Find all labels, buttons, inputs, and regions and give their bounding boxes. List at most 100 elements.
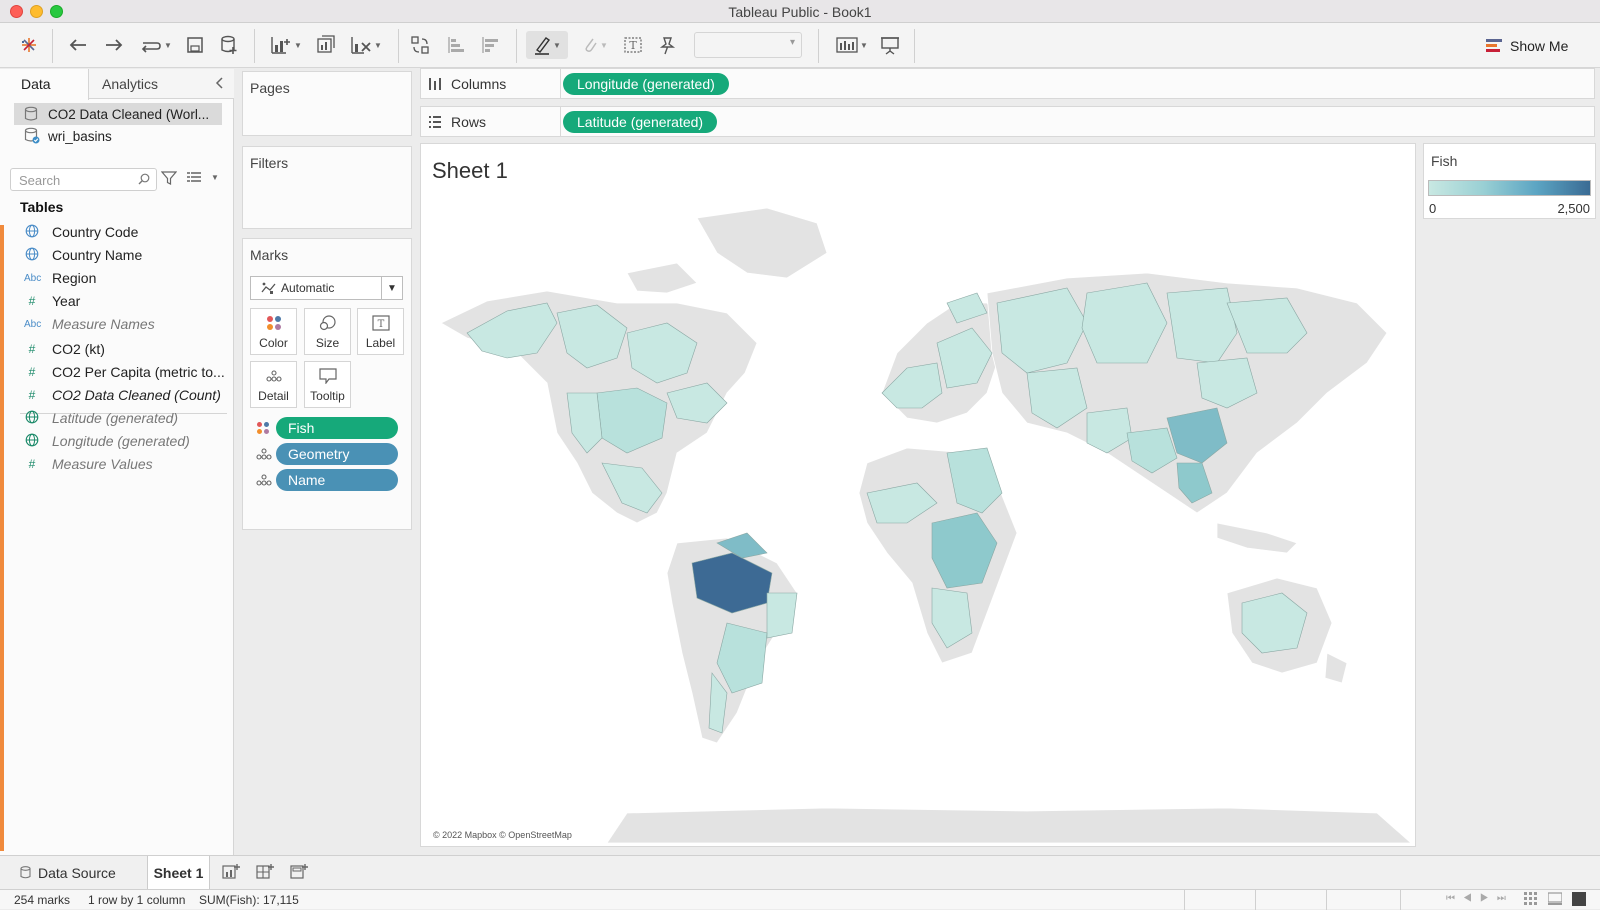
field-region[interactable]: Abc Region bbox=[24, 267, 230, 289]
sort-ascending-icon[interactable] bbox=[444, 31, 468, 59]
search-placeholder: Search bbox=[19, 173, 61, 188]
sheet-view: Sheet 1 © 2022 Mapbox © OpenStreetMap bbox=[420, 143, 1416, 847]
fix-axes-pin-icon[interactable] bbox=[656, 31, 678, 59]
show-hide-cards-icon[interactable]: ▼ bbox=[832, 31, 872, 59]
automatic-mark-icon bbox=[261, 281, 277, 298]
detail-icon bbox=[256, 473, 272, 487]
highlight-icon[interactable]: ▼ bbox=[526, 31, 568, 59]
globe-icon bbox=[24, 247, 40, 264]
window-title: Tableau Public - Book1 bbox=[728, 4, 872, 20]
collapse-pane-icon[interactable] bbox=[214, 76, 224, 93]
world-map[interactable] bbox=[427, 193, 1413, 844]
marks-pill-geometry[interactable]: Geometry bbox=[256, 442, 398, 466]
undo-icon[interactable] bbox=[66, 31, 90, 59]
field-latitude-generated[interactable]: Latitude (generated) bbox=[24, 407, 230, 429]
pages-title: Pages bbox=[250, 80, 290, 96]
pill-longitude-generated[interactable]: Longitude (generated) bbox=[563, 73, 729, 95]
datasource-co2[interactable]: CO2 Data Cleaned (Worl... bbox=[14, 103, 222, 125]
detail-icon bbox=[265, 362, 282, 389]
datasource-wri-basins[interactable]: wri_basins bbox=[14, 125, 222, 147]
marks-pill-fish[interactable]: Fish bbox=[256, 416, 398, 440]
datasource-label: wri_basins bbox=[48, 128, 112, 144]
columns-shelf-label: Columns bbox=[421, 69, 561, 98]
detail-icon bbox=[256, 447, 272, 461]
status-bar: 254 marks 1 row by 1 column SUM(Fish): 1… bbox=[0, 889, 1600, 910]
fit-dropdown[interactable] bbox=[694, 32, 802, 58]
color-icon bbox=[256, 421, 272, 435]
size-button[interactable]: Size bbox=[304, 308, 351, 355]
field-co2-count[interactable]: # CO2 Data Cleaned (Count) bbox=[24, 384, 230, 406]
color-icon bbox=[266, 309, 282, 336]
new-story-tab-icon[interactable] bbox=[290, 863, 308, 886]
pill-name[interactable]: Name bbox=[276, 469, 398, 491]
field-longitude-generated[interactable]: Longitude (generated) bbox=[24, 430, 230, 452]
field-country-code[interactable]: Country Code bbox=[24, 221, 230, 243]
tooltip-button[interactable]: Tooltip bbox=[304, 361, 351, 408]
color-button[interactable]: Color bbox=[250, 308, 297, 355]
marks-pill-name[interactable]: Name bbox=[256, 468, 398, 492]
show-sheet-sorter-icon[interactable] bbox=[1524, 892, 1538, 909]
tableau-logo-icon[interactable] bbox=[18, 31, 40, 59]
new-data-source-icon[interactable] bbox=[218, 31, 240, 59]
tab-data[interactable]: Data bbox=[0, 69, 89, 100]
map-attribution[interactable]: © 2022 Mapbox © OpenStreetMap bbox=[433, 830, 572, 840]
detail-button[interactable]: Detail bbox=[250, 361, 297, 408]
field-co2-kt[interactable]: # CO2 (kt) bbox=[24, 338, 230, 360]
map-view[interactable]: © 2022 Mapbox © OpenStreetMap bbox=[427, 193, 1413, 844]
mark-type-dropdown[interactable]: Automatic ▼ bbox=[250, 276, 403, 300]
show-mark-labels-icon[interactable]: T bbox=[622, 31, 644, 59]
sheet-1-tab[interactable]: Sheet 1 bbox=[147, 856, 210, 889]
color-legend[interactable]: Fish 0 2,500 bbox=[1423, 143, 1596, 219]
legend-gradient bbox=[1428, 180, 1591, 196]
replay-animation-icon[interactable]: ▼ bbox=[136, 31, 176, 59]
field-co2-per-capita[interactable]: # CO2 Per Capita (metric to... bbox=[24, 361, 230, 383]
pill-latitude-generated[interactable]: Latitude (generated) bbox=[563, 111, 718, 133]
label-button[interactable]: T Label bbox=[357, 308, 404, 355]
basin-sao-francisco[interactable] bbox=[766, 592, 798, 639]
view-options-icon[interactable]: ▼ bbox=[187, 170, 219, 184]
group-members-icon[interactable]: ▼ bbox=[578, 31, 612, 59]
globe-icon bbox=[24, 224, 40, 241]
show-filmstrip-icon[interactable] bbox=[1547, 892, 1563, 909]
duplicate-sheet-icon[interactable] bbox=[314, 31, 338, 59]
save-icon[interactable] bbox=[184, 31, 206, 59]
field-year[interactable]: # Year bbox=[24, 290, 230, 312]
sheet-tabs-bar: Data Source Sheet 1 bbox=[0, 855, 1600, 889]
string-type-icon: Abc bbox=[24, 318, 42, 330]
redo-icon[interactable] bbox=[102, 31, 126, 59]
field-country-name[interactable]: Country Name bbox=[24, 244, 230, 266]
pages-card[interactable]: Pages bbox=[242, 71, 412, 136]
new-worksheet-icon[interactable]: ▼ bbox=[266, 31, 306, 59]
new-dashboard-tab-icon[interactable] bbox=[256, 863, 274, 886]
status-rows-cols: 1 row by 1 column bbox=[88, 893, 186, 907]
sheet-title[interactable]: Sheet 1 bbox=[432, 158, 508, 184]
legend-title: Fish bbox=[1431, 153, 1458, 169]
rows-shelf[interactable]: Rows Latitude (generated) bbox=[420, 106, 1595, 137]
pill-fish[interactable]: Fish bbox=[276, 417, 398, 439]
new-worksheet-tab-icon[interactable] bbox=[222, 863, 240, 886]
sort-descending-icon[interactable] bbox=[478, 31, 502, 59]
new-zealand-landmass bbox=[1324, 652, 1348, 684]
swap-rows-columns-icon[interactable] bbox=[408, 31, 432, 59]
field-measure-values[interactable]: # Measure Values bbox=[24, 453, 230, 475]
filters-card[interactable]: Filters bbox=[242, 146, 412, 229]
filter-icon[interactable] bbox=[160, 170, 178, 191]
sheet-navigation-arrows-icon[interactable]: ⏮◀▶⏭ bbox=[1446, 893, 1514, 904]
field-measure-names[interactable]: Abc Measure Names bbox=[24, 313, 230, 335]
show-me-button[interactable]: Show Me bbox=[1486, 36, 1568, 56]
columns-shelf[interactable]: Columns Longitude (generated) bbox=[420, 68, 1595, 99]
filters-title: Filters bbox=[250, 155, 289, 171]
clear-sheet-icon[interactable]: ▼ bbox=[346, 31, 386, 59]
pill-geometry[interactable]: Geometry bbox=[276, 443, 398, 465]
status-sum: SUM(Fish): 17,115 bbox=[199, 893, 299, 907]
legend-min: 0 bbox=[1429, 201, 1437, 216]
show-me-icon bbox=[1486, 38, 1504, 54]
database-icon bbox=[24, 106, 40, 122]
presentation-mode-icon[interactable] bbox=[878, 31, 902, 59]
globe-icon bbox=[24, 410, 40, 427]
tables-heading: Tables bbox=[20, 199, 64, 215]
chevron-down-icon: ▼ bbox=[381, 277, 402, 299]
tab-analytics[interactable]: Analytics bbox=[102, 69, 158, 99]
show-tabs-icon[interactable] bbox=[1572, 892, 1586, 909]
search-input[interactable]: Search bbox=[10, 168, 157, 191]
